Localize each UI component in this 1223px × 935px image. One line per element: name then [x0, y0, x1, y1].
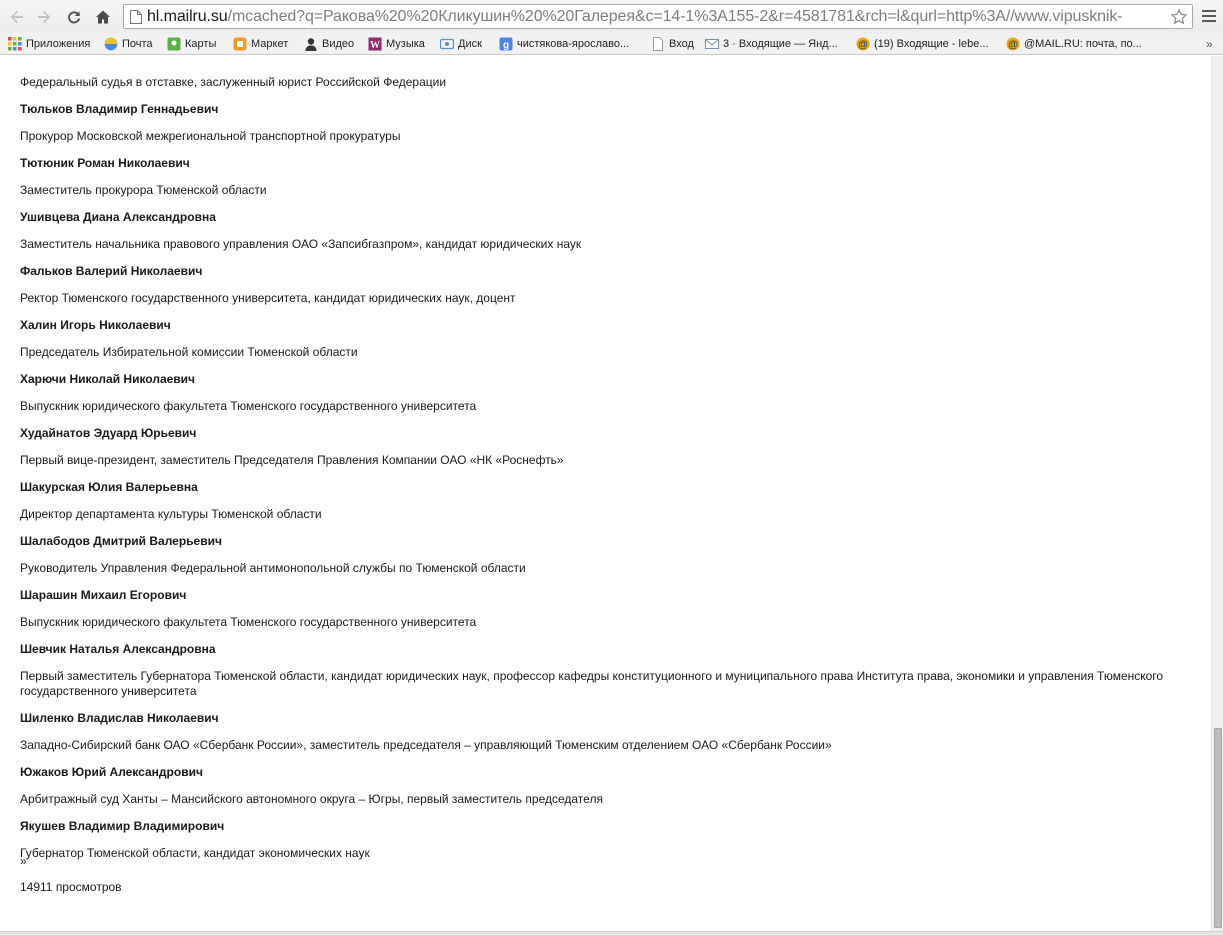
hamburger-icon — [1202, 10, 1216, 12]
envelope-icon — [705, 39, 719, 49]
bookmark-item[interactable]: Почта — [104, 36, 153, 52]
bookmark-label: Вход — [669, 38, 694, 50]
maps-icon — [167, 37, 181, 51]
reload-icon — [68, 10, 80, 23]
entry-name: Шакурская Юлия Валерьевна — [20, 480, 198, 494]
bookmark-item[interactable]: @ @MAIL.RU: почта, по... — [1006, 36, 1142, 52]
entry-description: Заместитель прокурора Тюменской области — [20, 183, 267, 197]
url-text[interactable]: hl.mailru.su/mcached?q=Ракова%20%20Клику… — [147, 8, 1170, 26]
entry-name: Южаков Юрий Александрович — [20, 765, 203, 779]
page-icon — [130, 9, 142, 24]
bookmark-label: Почта — [122, 38, 153, 50]
bookmark-label: Видео — [322, 38, 355, 50]
svg-text:@: @ — [1008, 40, 1018, 51]
entry-description: Ректор Тюменского государственного униве… — [20, 291, 516, 305]
bookmark-star-icon[interactable] — [1170, 7, 1188, 26]
entry-name: Якушев Владимир Владимирович — [20, 819, 225, 833]
chrome-menu-button[interactable] — [1201, 8, 1217, 24]
mailru-at-icon: @ — [1006, 37, 1020, 51]
entry-description: Губернатор Тюменской области, кандидат э… — [20, 846, 370, 860]
entry-name: Харючи Николай Николаевич — [20, 372, 196, 386]
bookmark-label: чистякова-ярославо... — [517, 38, 630, 50]
bookmark-label: Диск — [458, 38, 482, 50]
bookmark-item[interactable]: 3 · Входящие — Янд... — [705, 36, 838, 52]
entry-description: Заместитель начальника правового управле… — [20, 237, 582, 251]
entry-name: Тюльков Владимир Геннадьевич — [20, 102, 219, 116]
entry-description: Выпускник юридического факультета Тюменс… — [20, 399, 477, 413]
arrow-right-icon — [38, 10, 51, 23]
google-search-icon: g — [499, 37, 513, 51]
mailru-at-icon: @ — [856, 37, 870, 51]
address-bar[interactable]: hl.mailru.su/mcached?q=Ракова%20%20Клику… — [123, 4, 1193, 29]
browser-toolbar: hl.mailru.su/mcached?q=Ракова%20%20Клику… — [0, 0, 1223, 33]
svg-text:@: @ — [858, 40, 868, 51]
entry-name: Ушивцева Диана Александровна — [20, 210, 216, 224]
page-icon — [653, 37, 663, 51]
bookmarks-overflow-button[interactable]: » — [1206, 37, 1213, 51]
bookmark-label: @MAIL.RU: почта, по... — [1024, 38, 1142, 50]
bookmark-label: (19) Входящие - lebe... — [874, 38, 989, 50]
arrow-left-icon — [10, 10, 23, 23]
vertical-scrollbar[interactable] — [1211, 56, 1223, 931]
entry-name: Шалабодов Дмитрий Валерьевич — [20, 534, 222, 548]
entry-description: Выпускник юридического факультета Тюменс… — [20, 615, 477, 629]
bookmark-item[interactable]: Маркет — [233, 36, 288, 52]
svg-text:W: W — [370, 40, 380, 51]
bookmark-item[interactable]: Приложения — [8, 36, 90, 52]
video-person-icon — [305, 38, 317, 51]
disk-icon — [440, 38, 454, 50]
url-host: hl.mailru.su — [147, 7, 228, 25]
entry-name: Шиленко Владислав Николаевич — [20, 711, 219, 725]
market-icon — [233, 37, 247, 51]
back-button[interactable] — [5, 5, 29, 29]
mail-yandex-icon — [104, 37, 118, 51]
entry-name: Фальков Валерий Николаевич — [20, 264, 203, 278]
page-content: Федеральный судья в отставке, заслуженны… — [0, 56, 1211, 931]
bookmark-label: Карты — [185, 38, 217, 50]
views-count: 14911 просмотров — [20, 880, 122, 894]
svg-text:g: g — [503, 40, 509, 51]
bookmark-item[interactable]: W Музыка — [368, 36, 425, 52]
bookmark-item[interactable]: Видео — [304, 36, 354, 52]
entry-description: Федеральный судья в отставке, заслуженны… — [20, 75, 447, 89]
scrollbar-thumb[interactable] — [1214, 728, 1222, 928]
bookmark-item[interactable]: g чистякова-ярославо... — [499, 36, 629, 52]
forward-button[interactable] — [32, 5, 56, 29]
entry-name: Тютюник Роман Николаевич — [20, 156, 190, 170]
entry-description: Первый вице-президент, заместитель Предс… — [20, 453, 564, 467]
entry-description: Западно-Сибирский банк ОАО «Сбербанк Рос… — [20, 738, 832, 752]
bookmarks-bar: Приложения Почта Карты Маркет Видео W Музыка Ди… — [0, 33, 1223, 55]
bookmark-label: Приложения — [26, 38, 91, 50]
entry-description: Председатель Избирательной комиссии Тюме… — [20, 345, 358, 359]
entry-name: Худайнатов Эдуард Юрьевич — [20, 426, 197, 440]
bookmark-item[interactable]: Диск — [440, 36, 482, 52]
bookmark-label: 3 · Входящие — Янд... — [723, 38, 838, 50]
bookmark-item[interactable]: Вход — [651, 36, 694, 52]
entry-name: Шарашин Михаил Егорович — [20, 588, 187, 602]
entry-description: Прокурор Московской межрегиональной тран… — [20, 129, 401, 143]
entry-description: Первый заместитель Губернатора Тюменской… — [20, 669, 1164, 698]
bookmark-item[interactable]: @ (19) Входящие - lebe... — [856, 36, 989, 52]
bookmark-label: Маркет — [251, 38, 289, 50]
home-button[interactable] — [91, 5, 115, 29]
entry-description: Директор департамента культуры Тюменской… — [20, 507, 322, 521]
music-icon: W — [368, 37, 382, 51]
entry-name: Халин Игорь Николаевич — [20, 318, 171, 332]
url-path: /mcached?q=Ракова%20%20Кликушин%20%20Гал… — [227, 7, 1123, 25]
entry-description: Арбитражный суд Ханты – Мансийского авто… — [20, 792, 603, 806]
bookmark-label: Музыка — [386, 38, 425, 50]
bookmark-item[interactable]: Карты — [167, 36, 216, 52]
next-page-link[interactable]: » — [20, 854, 27, 868]
entry-description: Руководитель Управления Федеральной анти… — [20, 561, 526, 575]
apps-grid-icon — [8, 37, 22, 51]
window-bottom-edge — [0, 931, 1223, 935]
entry-name: Шевчик Наталья Александровна — [20, 642, 216, 656]
home-icon — [96, 10, 110, 23]
reload-button[interactable] — [62, 5, 86, 29]
